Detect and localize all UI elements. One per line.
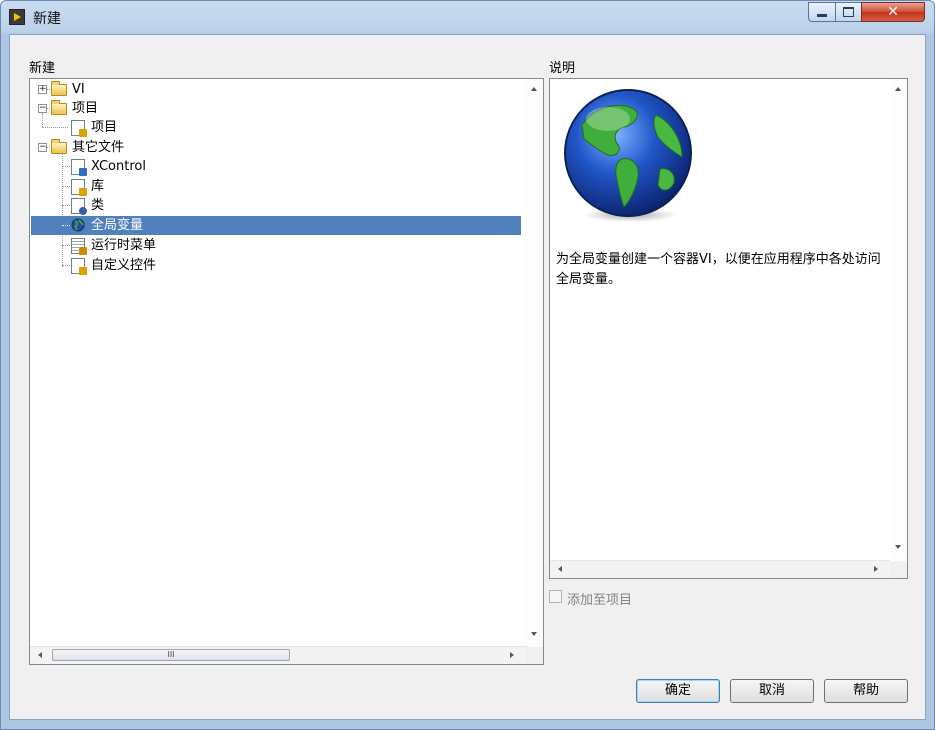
scroll-up-icon[interactable] <box>895 87 901 91</box>
tree-connector <box>62 225 70 226</box>
scroll-left-icon[interactable] <box>558 566 562 572</box>
tree-item-project-folder[interactable]: − 项目 <box>30 99 527 118</box>
scroll-left-icon[interactable] <box>38 652 42 658</box>
maximize-button[interactable] <box>835 2 862 22</box>
custom-control-icon <box>71 258 87 275</box>
scroll-corner <box>526 647 543 664</box>
horizontal-scroll-thumb[interactable]: III <box>52 649 290 661</box>
dialog-client-area: 新建 说明 + VI − 项目 项目 − 其它文件 XControl 库 类 全… <box>9 34 926 720</box>
runtime-menu-badge <box>79 247 87 255</box>
tree-item-global-variable[interactable]: 全局变量 <box>31 216 521 235</box>
tree-item-label: 运行时菜单 <box>91 238 157 253</box>
tree-item-label: 项目 <box>91 120 118 135</box>
tree-item-label: VI <box>72 82 85 97</box>
tree-item-custom-control[interactable]: 自定义控件 <box>30 256 527 275</box>
new-dialog-window: 新建 ✕ 新建 说明 + VI − 项目 项目 − 其它文件 XControl … <box>0 0 935 730</box>
new-items-tree[interactable]: + VI − 项目 项目 − 其它文件 XControl 库 类 全局变量 运行… <box>29 78 544 665</box>
scroll-down-icon[interactable] <box>531 632 537 636</box>
description-text: 为全局变量创建一个容器VI，以便在应用程序中各处访问全局变量。 <box>556 252 881 287</box>
scroll-right-icon[interactable] <box>874 566 878 572</box>
tree-item-label: 自定义控件 <box>91 258 157 273</box>
project-badge <box>79 129 87 137</box>
close-icon: ✕ <box>887 4 899 20</box>
tree-item-label: 全局变量 <box>91 218 144 233</box>
collapse-icon[interactable]: − <box>38 104 47 113</box>
scroll-right-icon[interactable] <box>510 652 514 658</box>
cancel-button[interactable]: 取消 <box>730 679 814 703</box>
expand-icon[interactable]: + <box>38 85 47 94</box>
tree-item-label: 库 <box>91 179 105 194</box>
tree-item-label: 项目 <box>72 101 99 116</box>
collapse-icon[interactable]: − <box>38 143 47 152</box>
tree-item-library[interactable]: 库 <box>30 177 527 196</box>
tree-item-label: 其它文件 <box>72 140 125 155</box>
tree-horizontal-scrollbar[interactable]: III <box>30 646 527 664</box>
xcontrol-icon <box>71 159 87 176</box>
labview-app-icon <box>9 9 25 25</box>
tree-connector <box>47 147 50 148</box>
tree-item-other-files[interactable]: − 其它文件 <box>30 138 527 157</box>
tree-connector <box>62 245 70 246</box>
description-panel: 为全局变量创建一个容器VI，以便在应用程序中各处访问全局变量。 <box>549 78 908 579</box>
custom-control-badge <box>79 267 87 275</box>
tree-item-vi[interactable]: + VI <box>30 80 527 99</box>
add-to-project-label: 添加至项目 <box>567 593 633 608</box>
minimize-icon <box>817 13 827 17</box>
tree-connector <box>62 265 70 266</box>
description-vertical-scrollbar[interactable] <box>890 79 907 561</box>
tree-vertical-scrollbar[interactable] <box>526 79 543 647</box>
tree-connector <box>47 108 50 109</box>
scroll-up-icon[interactable] <box>531 87 537 91</box>
globe-icon <box>564 89 692 222</box>
tree-item-label: XControl <box>91 159 146 174</box>
open-folder-icon <box>51 100 67 115</box>
tree-connector <box>62 166 70 167</box>
tree-item-runtime-menu[interactable]: 运行时菜单 <box>30 236 527 255</box>
scroll-corner <box>890 561 907 578</box>
minimize-button[interactable] <box>808 2 836 22</box>
tree-connector <box>62 186 70 187</box>
window-title: 新建 <box>33 11 61 27</box>
title-bar[interactable]: 新建 ✕ <box>1 1 934 33</box>
tree-item-xcontrol[interactable]: XControl <box>30 157 527 176</box>
scroll-down-icon[interactable] <box>895 545 901 549</box>
tree-connector <box>47 89 50 90</box>
tree-connector <box>62 205 70 206</box>
library-icon <box>71 179 87 196</box>
folder-icon <box>51 81 67 96</box>
description-label: 说明 <box>549 61 576 76</box>
new-label: 新建 <box>29 61 56 76</box>
tree-item-project[interactable]: 项目 <box>30 118 527 137</box>
close-button[interactable]: ✕ <box>861 2 925 22</box>
maximize-icon <box>843 7 854 17</box>
add-to-project-checkbox[interactable] <box>549 590 562 603</box>
class-badge <box>79 207 87 215</box>
project-icon <box>71 120 87 137</box>
class-icon <box>71 198 87 215</box>
open-folder-icon <box>51 139 67 154</box>
library-badge <box>79 188 87 196</box>
global-variable-icon <box>71 218 85 232</box>
runtime-menu-icon <box>71 238 87 255</box>
help-button[interactable]: 帮助 <box>824 679 908 703</box>
description-horizontal-scrollbar[interactable] <box>550 560 890 578</box>
xcontrol-badge <box>79 168 87 176</box>
tree-item-label: 类 <box>91 198 105 213</box>
tree-item-class[interactable]: 类 <box>30 196 527 215</box>
ok-button[interactable]: 确定 <box>636 679 720 703</box>
